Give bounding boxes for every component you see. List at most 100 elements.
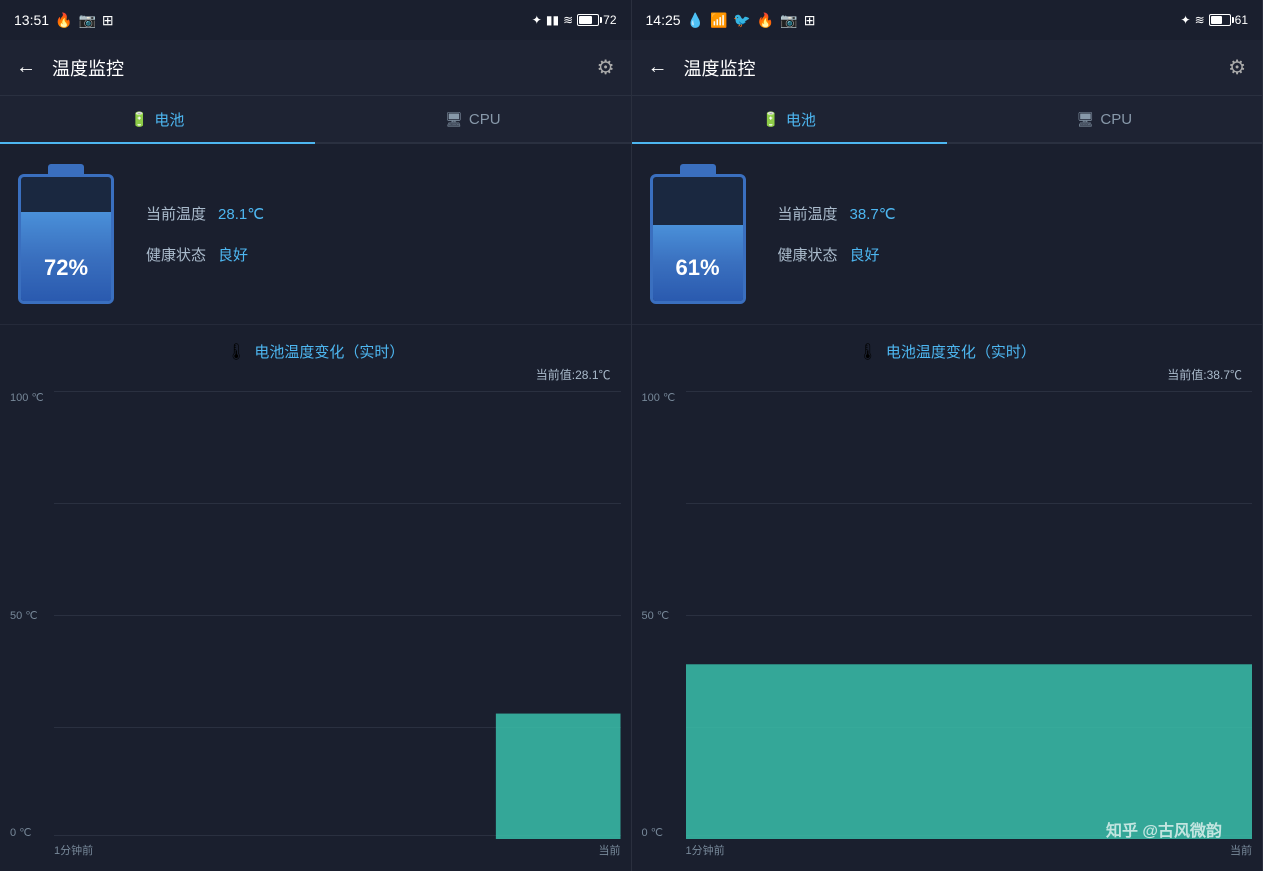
chart-current-val-2: 当前值:38.7℃ [642,366,1253,383]
settings-button-2[interactable]: ⚙ [1228,55,1246,80]
chart-plot-1: 1分钟前 当前 [54,391,621,861]
chart-title-1: 电池温度变化（实时） [254,341,404,362]
tabs-2: 🔋 电池 🖥 CPU [632,96,1263,144]
health-row-2: 健康状态 良好 [778,244,896,265]
tab-cpu-label-1: CPU [469,111,501,128]
back-button-2[interactable]: ← [648,56,668,79]
battery-percent-text-1: 72% [21,255,111,281]
cpu-tab-icon-2: 🖥 [1077,111,1095,128]
x-label-left-2: 1分钟前 [686,842,725,858]
status-flame-icon-2: 🔥 [757,12,774,29]
sim-icon-1: ▮▮ [546,13,559,27]
x-label-right-1: 当前 [599,842,621,858]
battery-section-1: 72% 当前温度 28.1℃ 健康状态 良好 [0,144,631,325]
tab-cpu-2[interactable]: 🖥 CPU [947,96,1262,142]
temp-label-1: 当前温度 [146,203,206,224]
chart-y-axis-1: 100 ℃ 50 ℃ 0 ℃ [10,391,54,861]
chart-section-1: 🌡 电池温度变化（实时） 当前值:28.1℃ 100 ℃ 50 ℃ 0 ℃ [0,325,631,871]
status-signal-icon-2: 📶 [710,12,727,29]
tabs-1: 🔋 电池 🖥 CPU [0,96,631,144]
y-label-top-2: 100 ℃ [642,391,686,404]
tab-battery-label-1: 电池 [154,109,184,130]
chart-y-axis-2: 100 ℃ 50 ℃ 0 ℃ [642,391,686,861]
health-label-2: 健康状态 [778,244,838,265]
phone-panel-1: 13:51 🔥 📷 ⊞ ✦ ▮▮ ≋ 72 ← 温度监控 ⚙ 🔋 电池 🖥 [0,0,632,871]
y-label-mid-1: 50 ℃ [10,609,54,622]
chart-area-1: 100 ℃ 50 ℃ 0 ℃ 1分钟前 当前 [10,391,621,861]
chart-plot-2: 1分钟前 当前 [686,391,1253,861]
battery-percent-status-2: 61 [1235,13,1248,27]
battery-percent-text-2: 61% [653,255,743,281]
tab-cpu-1[interactable]: 🖥 CPU [315,96,630,142]
chart-current-val-1: 当前值:28.1℃ [10,366,621,383]
tab-battery-label-2: 电池 [786,109,816,130]
chart-title-row-1: 🌡 电池温度变化（实时） [10,341,621,362]
cpu-tab-icon-1: 🖥 [445,111,463,128]
bluetooth-icon-1: ✦ [532,13,542,27]
status-bird-icon-2: 🐦 [733,12,750,29]
status-grid-icon-2: ⊞ [804,12,816,29]
tab-battery-1[interactable]: 🔋 电池 [0,96,315,142]
status-bar-1: 13:51 🔥 📷 ⊞ ✦ ▮▮ ≋ 72 [0,0,631,40]
y-label-top-1: 100 ℃ [10,391,54,404]
chart-x-axis-2: 1分钟前 当前 [686,839,1253,861]
health-label-1: 健康状态 [146,244,206,265]
temp-value-2: 38.7℃ [850,205,896,223]
x-label-left-1: 1分钟前 [54,842,93,858]
temp-value-1: 28.1℃ [218,205,264,223]
chart-area-2: 100 ℃ 50 ℃ 0 ℃ 1分钟前 当前 [642,391,1253,861]
status-flame-icon-1: 🔥 [55,12,72,29]
wifi-icon-1: ≋ [563,13,573,27]
battery-info-2: 当前温度 38.7℃ 健康状态 良好 [778,203,896,265]
battery-section-2: 61% 当前温度 38.7℃ 健康状态 良好 [632,144,1263,325]
battery-status-indicator-1 [577,14,599,26]
status-camera-icon-2: 📷 [780,12,797,29]
status-bar-2: 14:25 💧 📶 🐦 🔥 📷 ⊞ ✦ ≋ 61 [632,0,1263,40]
thermometer-icon-1: 🌡 [226,342,246,362]
status-grid-icon-1: ⊞ [102,12,114,29]
battery-tab-icon-1: 🔋 [131,111,148,128]
wifi-icon-2: ≋ [1195,13,1205,27]
app-bar-left-2: ← 温度监控 [648,55,756,81]
battery-status-indicator-2 [1209,14,1231,26]
status-right-2: ✦ ≋ 61 [1181,13,1248,27]
temp-label-2: 当前温度 [778,203,838,224]
watermark: 知乎 @古风微韵 [1106,817,1222,841]
status-left-1: 13:51 🔥 📷 ⊞ [14,12,114,29]
health-value-2: 良好 [850,244,880,265]
thermometer-icon-2: 🌡 [858,342,878,362]
status-left-2: 14:25 💧 📶 🐦 🔥 📷 ⊞ [646,12,816,29]
status-drop-icon-2: 💧 [687,12,704,29]
status-time-2: 14:25 [646,12,681,28]
tab-battery-2[interactable]: 🔋 电池 [632,96,947,142]
battery-body-1: 72% [18,174,114,304]
battery-tab-icon-2: 🔋 [762,111,779,128]
app-title-1: 温度监控 [52,55,124,81]
status-right-1: ✦ ▮▮ ≋ 72 [532,13,617,27]
y-label-mid-2: 50 ℃ [642,609,686,622]
y-label-bot-2: 0 ℃ [642,826,686,839]
settings-button-1[interactable]: ⚙ [597,55,615,80]
battery-info-1: 当前温度 28.1℃ 健康状态 良好 [146,203,264,265]
app-bar-left-1: ← 温度监控 [16,55,124,81]
battery-nub-1 [48,164,84,174]
chart-svg-1 [54,391,621,839]
chart-section-2: 🌡 电池温度变化（实时） 当前值:38.7℃ 100 ℃ 50 ℃ 0 ℃ [632,325,1263,871]
app-title-2: 温度监控 [684,55,756,81]
chart-title-row-2: 🌡 电池温度变化（实时） [642,341,1253,362]
health-value-1: 良好 [218,244,248,265]
battery-nub-2 [680,164,716,174]
back-button-1[interactable]: ← [16,56,36,79]
chart-x-axis-1: 1分钟前 当前 [54,839,621,861]
status-camera-icon-1: 📷 [78,12,95,29]
temp-row-2: 当前温度 38.7℃ [778,203,896,224]
temp-row-1: 当前温度 28.1℃ [146,203,264,224]
app-bar-2: ← 温度监控 ⚙ [632,40,1263,96]
battery-visual-1: 72% [16,164,116,304]
x-label-right-2: 当前 [1230,842,1252,858]
phone-panel-2: 14:25 💧 📶 🐦 🔥 📷 ⊞ ✦ ≋ 61 ← 温度监控 ⚙ 🔋 电池 [632,0,1263,871]
chart-grid-1 [54,391,621,839]
battery-percent-status-1: 72 [603,13,616,27]
tab-cpu-label-2: CPU [1100,111,1132,128]
health-row-1: 健康状态 良好 [146,244,264,265]
